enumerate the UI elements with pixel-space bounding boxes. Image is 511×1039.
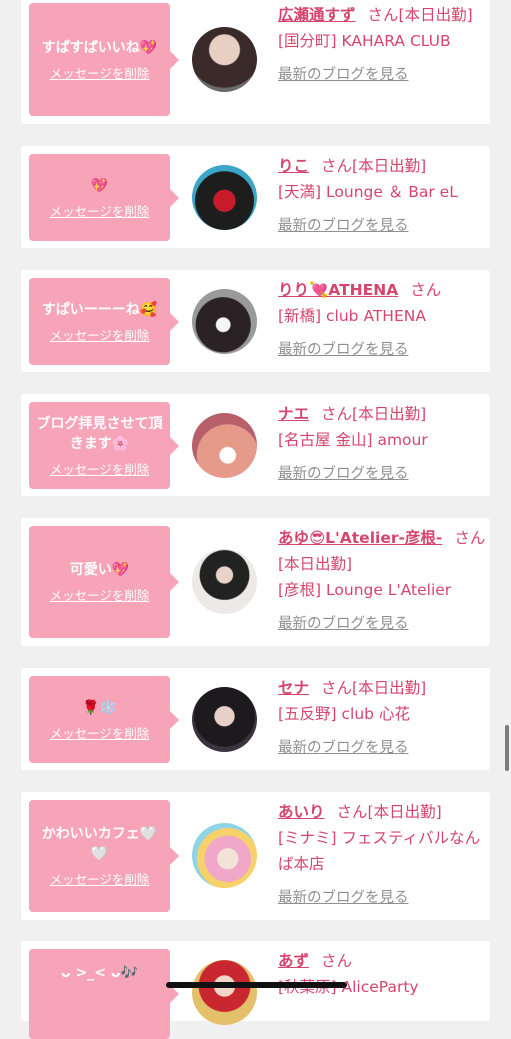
avatar[interactable] <box>192 687 257 752</box>
honorific: さん <box>321 405 353 423</box>
delete-message-link[interactable]: メッセージを削除 <box>50 66 150 82</box>
message-card: 可愛い💖 メッセージを削除 あゆ😎L'Atelier-彦根- さん [本日出勤] [… <box>21 518 490 646</box>
message-text: 🌹❄️ <box>82 699 117 716</box>
message-text: 💖 <box>90 177 109 194</box>
cast-info: あゆ😎L'Atelier-彦根- さん [本日出勤] [彦根] Lounge L'A… <box>278 525 486 637</box>
cast-name-link[interactable]: セナ <box>278 679 309 697</box>
message-card: かわいいカフェ🤍🤍 メッセージを削除 あいり さん[本日出勤] [ミナミ] フェス… <box>21 792 490 920</box>
latest-blog-link[interactable]: 最新のブログを見る <box>278 62 486 88</box>
status-text: [本日出勤] <box>352 405 427 423</box>
cast-info: りこ さん[本日出勤] [天満] Lounge ＆ Bar eL 最新のブログを見… <box>278 153 486 239</box>
shop-text[interactable]: [名古屋 金山] amour <box>278 431 428 449</box>
message-text: すぱすぱいいね💖 <box>41 39 158 56</box>
delete-message-link[interactable]: メッセージを削除 <box>50 726 150 742</box>
honorific: さん <box>367 6 399 24</box>
message-text: すぱいーーーね🥰 <box>41 301 158 318</box>
cast-info: あず さん [秋葉原] AliceParty <box>278 948 486 1000</box>
home-indicator[interactable] <box>166 982 347 988</box>
delete-message-link[interactable]: メッセージを削除 <box>50 872 150 888</box>
honorific: さん <box>336 803 368 821</box>
avatar[interactable] <box>192 27 257 92</box>
message-text: かわいいカフェ🤍🤍 <box>41 826 158 862</box>
latest-blog-link[interactable]: 最新のブログを見る <box>278 611 486 637</box>
message-card: すぱすぱいいね💖 メッセージを削除 広瀬通すず さん[本日出勤] [国分町] KA… <box>21 0 490 124</box>
cast-info: セナ さん[本日出勤] [五反野] club 心花 最新のブログを見る <box>278 675 486 761</box>
status-text: [本日出勤] <box>352 157 427 175</box>
delete-message-link[interactable]: メッセージを削除 <box>50 462 150 478</box>
cast-info: あいり さん[本日出勤] [ミナミ] フェスティバルなんば本店 最新のブログを見る <box>278 799 486 911</box>
message-bubble: 🌹❄️ メッセージを削除 <box>29 676 179 763</box>
message-card: すぱいーーーね🥰 メッセージを削除 りり💘ATHENA さん [新橋] club … <box>21 270 490 372</box>
latest-blog-link[interactable]: 最新のブログを見る <box>278 461 486 487</box>
delete-message-link[interactable]: メッセージを削除 <box>50 328 150 344</box>
cast-info: りり💘ATHENA さん [新橋] club ATHENA 最新のブログを見る <box>278 277 486 363</box>
avatar[interactable] <box>192 823 257 888</box>
latest-blog-link[interactable]: 最新のブログを見る <box>278 337 486 363</box>
message-card: ᴗ >_< ᴗ🎶 あず さん [秋葉原] AliceParty <box>21 941 490 1039</box>
cast-info: ナエ さん[本日出勤] [名古屋 金山] amour 最新のブログを見る <box>278 401 486 487</box>
status-text: [本日出勤] <box>398 6 473 24</box>
shop-text[interactable]: [国分町] KAHARA CLUB <box>278 32 451 50</box>
shop-text[interactable]: [新橋] club ATHENA <box>278 307 426 325</box>
avatar[interactable] <box>192 549 257 614</box>
delete-message-link[interactable]: メッセージを削除 <box>50 204 150 220</box>
shop-text[interactable]: [天満] Lounge ＆ Bar eL <box>278 183 458 201</box>
honorific: さん <box>321 952 353 970</box>
message-text: 可愛い💖 <box>69 562 130 578</box>
message-bubble: かわいいカフェ🤍🤍 メッセージを削除 <box>29 800 179 912</box>
cast-name-link[interactable]: あいり <box>278 803 325 821</box>
latest-blog-link[interactable]: 最新のブログを見る <box>278 213 486 239</box>
message-bubble: ブログ拝見させて頂きます🌸 メッセージを削除 <box>29 402 179 489</box>
cast-name-link[interactable]: りこ <box>278 157 309 175</box>
honorific: さん <box>321 157 353 175</box>
status-text: [本日出勤] <box>278 555 353 573</box>
avatar[interactable] <box>192 960 257 1025</box>
shop-text[interactable]: [五反野] club 心花 <box>278 705 410 723</box>
status-text: [本日出勤] <box>352 679 427 697</box>
honorific: さん <box>410 281 442 299</box>
message-text: ᴗ >_< ᴗ🎶 <box>61 965 138 981</box>
message-text: ブログ拝見させて頂きます🌸 <box>36 415 163 452</box>
message-card: ブログ拝見させて頂きます🌸 メッセージを削除 ナエ さん[本日出勤] [名古屋 金… <box>21 394 490 496</box>
cast-name-link[interactable]: ナエ <box>278 405 309 423</box>
cast-name-link[interactable]: 広瀬通すず <box>278 6 356 24</box>
scrollbar[interactable] <box>505 725 509 771</box>
message-bubble: 可愛い💖 メッセージを削除 <box>29 526 179 638</box>
avatar[interactable] <box>192 289 257 354</box>
cast-name-link[interactable]: あゆ😎L'Atelier-彦根- <box>278 529 442 547</box>
message-card: 💖 メッセージを削除 りこ さん[本日出勤] [天満] Lounge ＆ Bar … <box>21 146 490 248</box>
latest-blog-link[interactable]: 最新のブログを見る <box>278 735 486 761</box>
shop-text[interactable]: [彦根] Lounge L'Atelier <box>278 581 451 599</box>
avatar[interactable] <box>192 413 257 478</box>
message-bubble: 💖 メッセージを削除 <box>29 154 179 241</box>
message-bubble: すぱすぱいいね💖 メッセージを削除 <box>29 3 179 116</box>
delete-message-link[interactable]: メッセージを削除 <box>50 588 150 604</box>
message-card: 🌹❄️ メッセージを削除 セナ さん[本日出勤] [五反野] club 心花 最新… <box>21 668 490 770</box>
shop-text[interactable]: [ミナミ] フェスティバルなんば本店 <box>278 829 480 873</box>
cast-name-link[interactable]: りり💘ATHENA <box>278 281 398 299</box>
honorific: さん <box>321 679 353 697</box>
message-bubble: すぱいーーーね🥰 メッセージを削除 <box>29 278 179 365</box>
honorific: さん <box>454 529 486 547</box>
status-text: [本日出勤] <box>367 803 442 821</box>
cast-name-link[interactable]: あず <box>278 952 309 970</box>
latest-blog-link[interactable]: 最新のブログを見る <box>278 885 486 911</box>
avatar[interactable] <box>192 165 257 230</box>
message-bubble: ᴗ >_< ᴗ🎶 <box>29 949 179 1039</box>
cast-info: 広瀬通すず さん[本日出勤] [国分町] KAHARA CLUB 最新のブログを見… <box>278 2 486 88</box>
